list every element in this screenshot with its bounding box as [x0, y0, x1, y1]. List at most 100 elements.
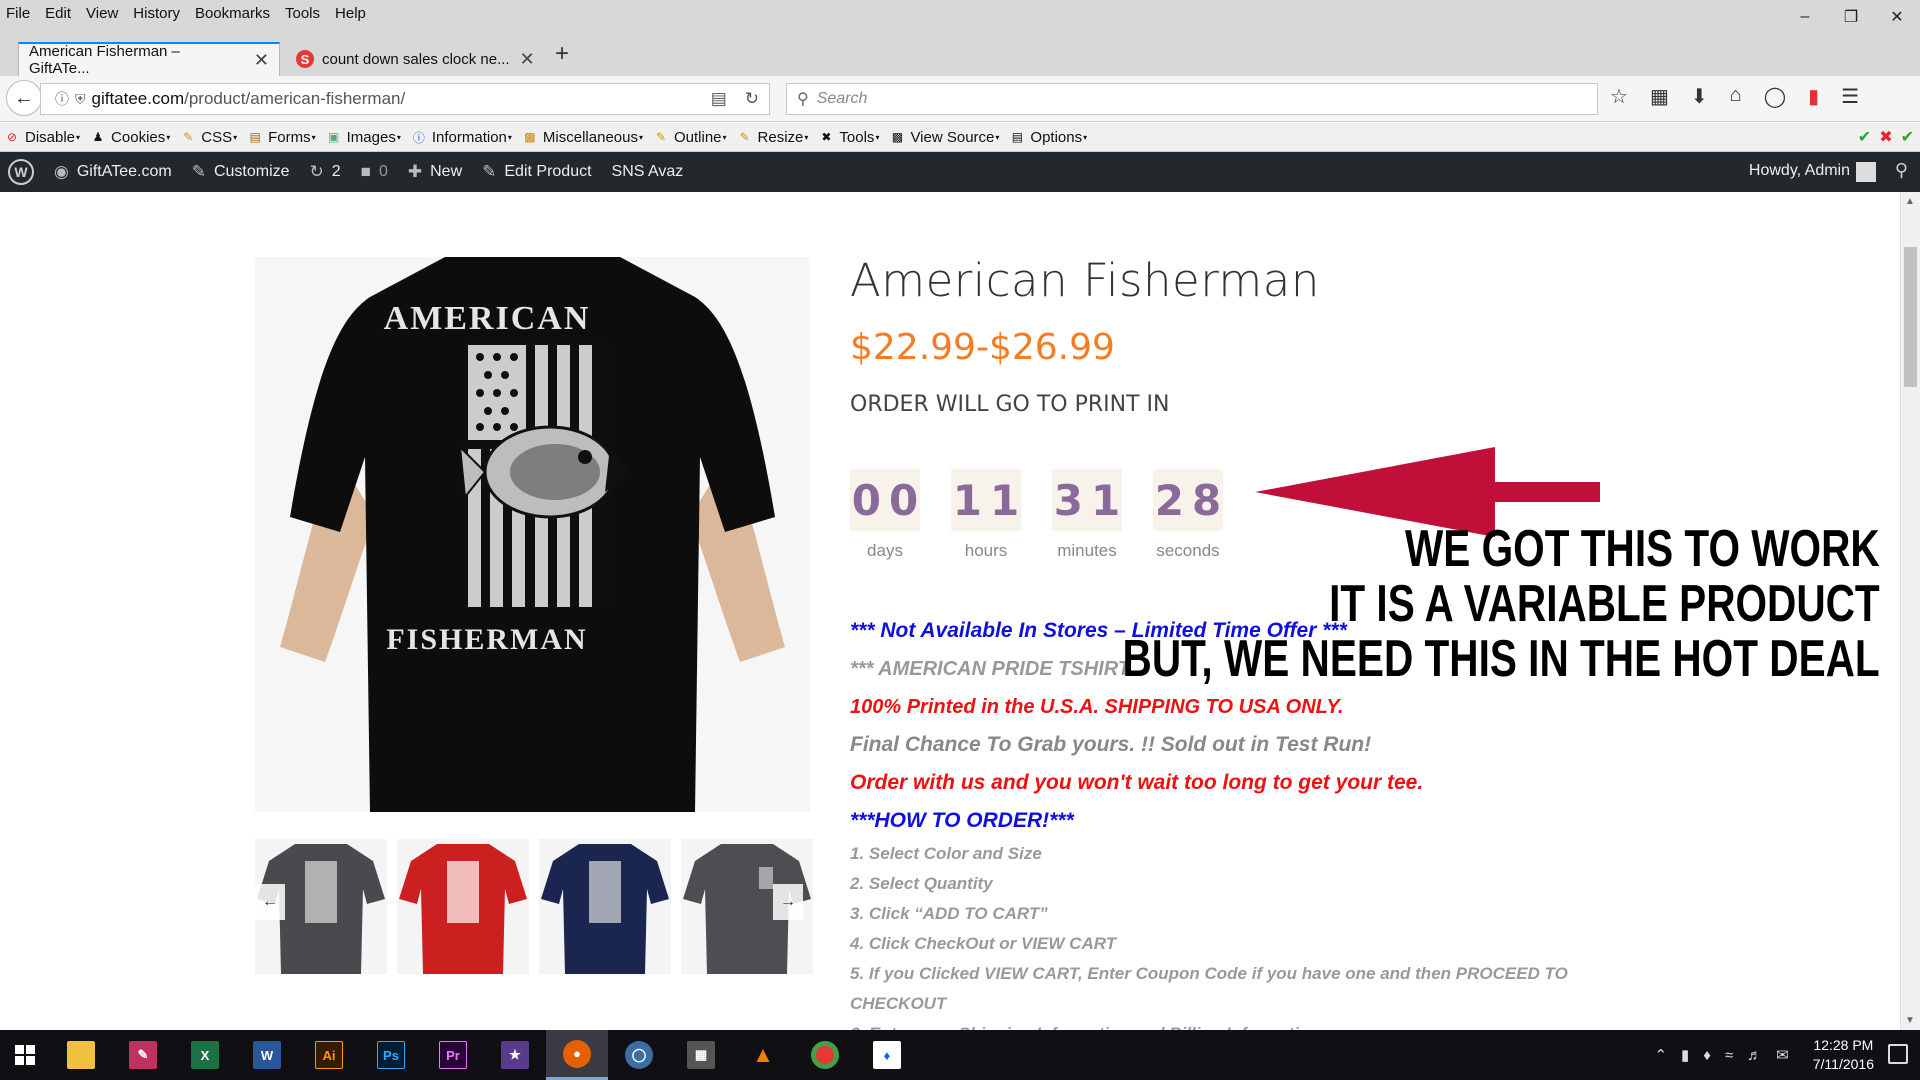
comments-link[interactable]: ■ 0: [361, 162, 388, 182]
resize-menu[interactable]: ✎ Resize ▾: [737, 129, 809, 146]
menu-bookmarks[interactable]: Bookmarks: [195, 5, 270, 22]
thumbnail-next-arrow-icon[interactable]: →: [773, 884, 803, 920]
edit-product-link[interactable]: ✎ Edit Product: [482, 162, 591, 182]
customize-link[interactable]: ✎ Customize: [192, 162, 290, 182]
firefox-icon[interactable]: ●: [546, 1030, 608, 1080]
premiere-icon[interactable]: Pr: [422, 1030, 484, 1080]
thumbnail-prev-arrow-icon[interactable]: ←: [255, 884, 285, 920]
outline-menu[interactable]: ✎ Outline ▾: [653, 129, 727, 146]
step-line: 5. If you Clicked VIEW CART, Enter Coupo…: [850, 964, 1568, 983]
thumbnail-navy[interactable]: [539, 839, 671, 974]
battery-icon[interactable]: ▮: [1681, 1046, 1689, 1064]
forms-icon: ▤: [249, 130, 261, 144]
disable-menu[interactable]: ⊘ Disable ▾: [4, 129, 80, 146]
reload-icon[interactable]: ↻: [745, 89, 759, 109]
new-link[interactable]: ✚ New: [408, 162, 462, 182]
home-icon[interactable]: ⌂: [1730, 84, 1742, 109]
action-center-icon[interactable]: [1888, 1044, 1908, 1064]
bookmark-star-icon[interactable]: ☆: [1610, 84, 1628, 109]
chat-app-icon[interactable]: ◯: [608, 1030, 670, 1080]
site-link[interactable]: ◉ GiftATee.com: [54, 162, 172, 182]
pencil-icon: ✎: [482, 162, 497, 181]
show-hidden-icons-icon[interactable]: ⌃: [1654, 1046, 1667, 1064]
shield-icon[interactable]: ⛨: [75, 91, 86, 108]
search-input[interactable]: ⚲ Search: [786, 83, 1598, 115]
chrome-icon[interactable]: [794, 1030, 856, 1080]
system-tray: ⌃ ▮ ♦ ≈ ♬ ✉ 12:28 PM 7/11/2016: [1654, 1030, 1920, 1080]
vlc-icon[interactable]: ▲: [732, 1030, 794, 1080]
thumbnail-red[interactable]: [397, 839, 529, 974]
back-icon[interactable]: ←: [6, 80, 42, 116]
menu-file[interactable]: File: [6, 5, 30, 22]
tab-count-down[interactable]: S count down sales clock ne... ✕: [286, 42, 546, 76]
information-menu[interactable]: ⓘ Information ▾: [411, 129, 512, 146]
reader-view-icon[interactable]: ▤: [711, 89, 727, 109]
trophy-app-icon[interactable]: ★: [484, 1030, 546, 1080]
wp-admin-bar: W ◉ GiftATee.com ✎ Customize ↻ 2 ■ 0 ✚ New ✎ E…: [0, 152, 1920, 192]
system-clock[interactable]: 12:28 PM 7/11/2016: [1813, 1036, 1874, 1074]
css-icon: ✎: [183, 130, 194, 144]
page-content: AMERICAN FISHERMAN ← → American Fisherma…: [0, 192, 1900, 1030]
wifi-icon[interactable]: ≈: [1725, 1047, 1733, 1064]
menu-history[interactable]: History: [133, 5, 180, 22]
url-domain: giftatee.com: [91, 89, 185, 108]
photoshop-icon[interactable]: Ps: [360, 1030, 422, 1080]
close-tab-icon[interactable]: ✕: [520, 49, 535, 70]
step-line: 4. Click CheckOut or VIEW CART: [850, 934, 1117, 953]
tools-icon: ✖: [821, 130, 832, 144]
s-favicon-icon: S: [296, 50, 314, 68]
menu-tools[interactable]: Tools: [285, 5, 320, 22]
miscellaneous-menu[interactable]: ▩ Miscellaneous ▾: [522, 129, 643, 146]
tab-american-fisherman[interactable]: American Fisherman – GiftATe... ✕: [18, 42, 280, 77]
url-bar[interactable]: ⓘ ⛨ giftatee.com/product/american-fisher…: [40, 83, 770, 115]
search-placeholder: Search: [816, 90, 868, 107]
countdown-minutes: 31 minutes: [1052, 469, 1122, 561]
download-icon[interactable]: ⬇: [1691, 84, 1708, 109]
menu-view[interactable]: View: [86, 5, 118, 22]
close-tab-icon[interactable]: ✕: [254, 50, 269, 71]
file-explorer-icon[interactable]: [50, 1030, 112, 1080]
menu-help[interactable]: Help: [335, 5, 366, 22]
scrollbar-thumb[interactable]: [1904, 247, 1917, 387]
volume-icon[interactable]: ♬: [1747, 1047, 1762, 1064]
view-source-menu[interactable]: ▩ View Source ▾: [889, 129, 1000, 146]
cookies-menu[interactable]: ♟ Cookies ▾: [90, 129, 171, 146]
howdy-admin[interactable]: Howdy, Admin: [1749, 162, 1850, 180]
avatar[interactable]: [1856, 162, 1876, 182]
product-title: American Fisherman: [850, 254, 1320, 307]
scroll-down-icon[interactable]: ▼: [1905, 1015, 1915, 1026]
check-icon[interactable]: ✔: [1901, 127, 1914, 147]
error-icon[interactable]: ✖: [1879, 127, 1892, 147]
windows-start-icon[interactable]: [0, 1030, 50, 1080]
wordpress-logo-icon[interactable]: W: [8, 159, 34, 185]
page-scrollbar[interactable]: ▲ ▼: [1900, 192, 1920, 1030]
dropbox-icon[interactable]: ♦: [856, 1030, 918, 1080]
hamburger-menu-icon[interactable]: ☰: [1841, 84, 1859, 109]
paint-app-icon[interactable]: ✎: [112, 1030, 174, 1080]
search-icon[interactable]: ⚲: [1895, 160, 1908, 181]
word-icon[interactable]: W: [236, 1030, 298, 1080]
message-icon[interactable]: ✉: [1776, 1046, 1789, 1064]
calculator-icon[interactable]: ▦: [670, 1030, 732, 1080]
css-menu[interactable]: ✎ CSS ▾: [180, 129, 237, 146]
extension-icon[interactable]: ▮: [1808, 84, 1819, 109]
scroll-up-icon[interactable]: ▲: [1905, 196, 1915, 207]
sns-avaz-link[interactable]: SNS Avaz: [612, 163, 684, 181]
chat-icon[interactable]: ◯: [1764, 84, 1786, 109]
updates-link[interactable]: ↻ 2: [310, 162, 341, 182]
product-main-image[interactable]: AMERICAN FISHERMAN: [255, 257, 810, 812]
info-icon[interactable]: ⓘ: [55, 89, 69, 109]
countdown-value: 00: [850, 469, 920, 531]
countdown-label: minutes: [1057, 541, 1117, 560]
dropbox-tray-icon[interactable]: ♦: [1703, 1047, 1711, 1064]
forms-menu[interactable]: ▤ Forms ▾: [247, 129, 315, 146]
excel-icon[interactable]: X: [174, 1030, 236, 1080]
new-tab-icon[interactable]: +: [555, 40, 569, 68]
menu-edit[interactable]: Edit: [45, 5, 71, 22]
tools-menu[interactable]: ✖ Tools ▾: [818, 129, 879, 146]
check-icon[interactable]: ✔: [1858, 127, 1871, 147]
images-menu[interactable]: ▣ Images ▾: [326, 129, 401, 146]
options-menu[interactable]: ▤ Options ▾: [1009, 129, 1087, 146]
bookmarks-list-icon[interactable]: ▦: [1650, 84, 1669, 109]
illustrator-icon[interactable]: Ai: [298, 1030, 360, 1080]
